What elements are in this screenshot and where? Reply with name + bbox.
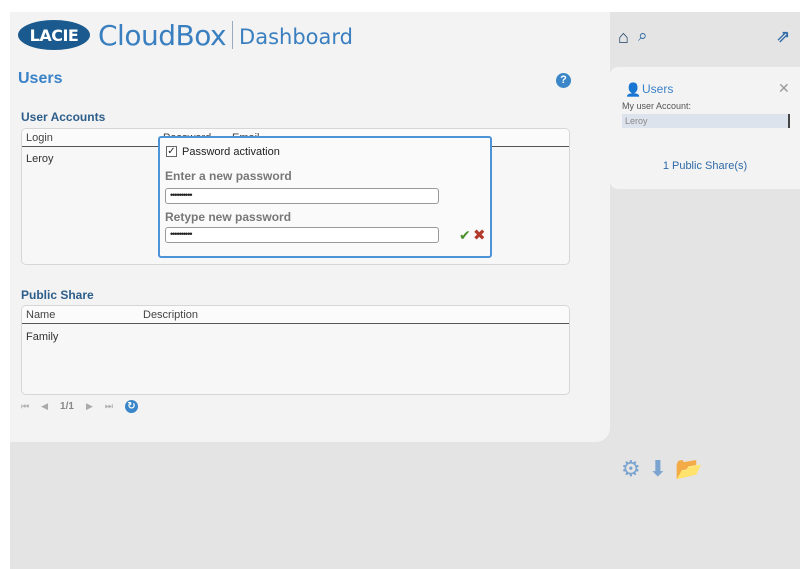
last-page-icon[interactable]: ⏭: [105, 401, 113, 412]
page-title: Users: [18, 70, 63, 87]
open-folder-icon[interactable]: 📂: [675, 456, 702, 482]
first-page-icon[interactable]: ⏮: [21, 401, 29, 412]
new-password-label: Enter a new password: [165, 169, 292, 183]
next-page-icon[interactable]: ▶: [86, 401, 93, 412]
logo-divider: [232, 21, 234, 49]
share-name-cell[interactable]: Family: [26, 331, 58, 343]
public-shares-link[interactable]: 1 Public Share(s): [610, 160, 800, 172]
help-icon[interactable]: ?: [556, 73, 571, 88]
column-login[interactable]: Login: [26, 132, 53, 144]
my-account-field[interactable]: Leroy: [622, 114, 790, 128]
home-icon[interactable]: ⌂: [618, 27, 629, 48]
download-icon[interactable]: ⬇: [649, 456, 667, 482]
search-icon[interactable]: ⌕: [638, 26, 648, 46]
product-name: CloudBox: [98, 18, 227, 52]
public-share-header: Name Description: [22, 306, 569, 324]
gear-icon[interactable]: ⚙: [621, 456, 641, 482]
retype-password-label: Retype new password: [165, 210, 292, 224]
tool-icons: ⚙ ⬇ 📂: [621, 456, 703, 482]
user-icon: 👤: [625, 82, 642, 97]
new-password-input[interactable]: ••••••••••: [165, 188, 439, 204]
page-indicator: 1/1: [60, 401, 74, 412]
section-name: Dashboard: [239, 25, 353, 49]
column-name[interactable]: Name: [26, 309, 55, 321]
refresh-icon[interactable]: ↻: [124, 400, 138, 413]
my-account-label: My user Account:: [622, 101, 692, 111]
public-share-title: Public Share: [21, 288, 94, 302]
password-activation-label: Password activation: [182, 146, 280, 158]
confirm-check-icon[interactable]: ✔: [459, 227, 471, 244]
cancel-x-icon[interactable]: ✖: [473, 226, 486, 244]
retype-password-input[interactable]: ••••••••••: [165, 227, 439, 243]
password-activation-checkbox[interactable]: ✓: [166, 146, 177, 157]
close-icon[interactable]: ✕: [778, 80, 790, 97]
prev-page-icon[interactable]: ◀: [41, 401, 48, 412]
user-login-cell[interactable]: Leroy: [26, 153, 54, 165]
pagination: ⏮ ◀ 1/1 ▶ ⏭ ↻: [21, 400, 138, 413]
app-logo: LACIE CloudBox Dashboard: [18, 18, 353, 52]
user-accounts-title: User Accounts: [21, 110, 106, 124]
lacie-logo: LACIE: [18, 20, 90, 50]
password-editor: ✓ Password activation Enter a new passwo…: [158, 136, 492, 258]
external-link-icon[interactable]: ⇗: [776, 27, 790, 47]
public-share-table: Name Description Family: [21, 305, 570, 395]
side-card-title: Users: [642, 82, 674, 96]
column-description[interactable]: Description: [143, 309, 198, 321]
